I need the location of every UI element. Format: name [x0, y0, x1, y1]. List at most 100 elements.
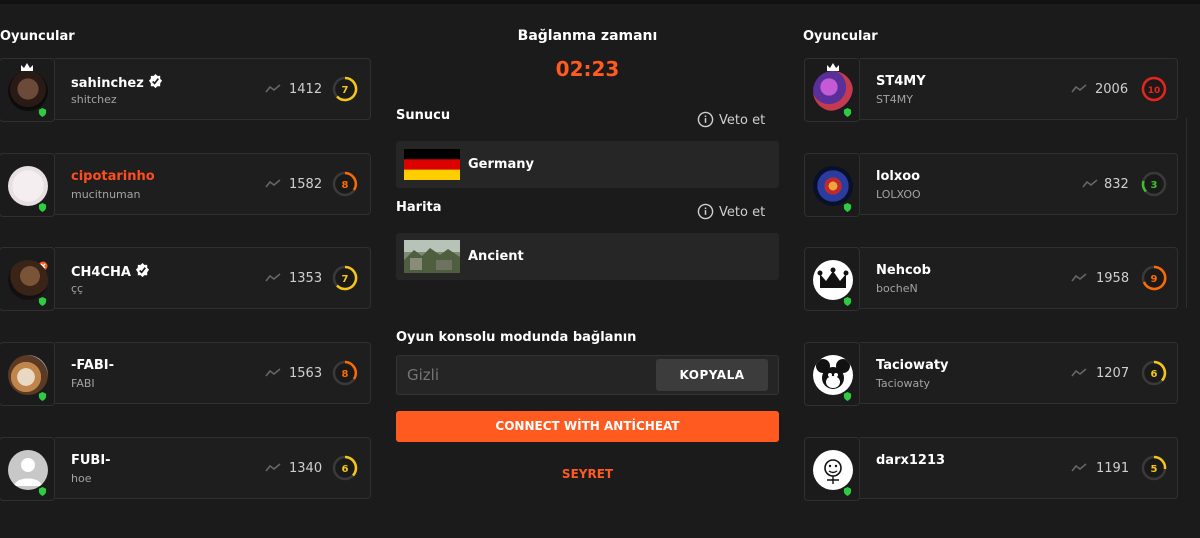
avatar-frame — [804, 153, 860, 217]
elo-value: 1191 — [1096, 461, 1130, 476]
player-name[interactable]: Taciowaty — [876, 358, 949, 373]
shield-icon — [843, 392, 852, 401]
shield-icon — [843, 487, 852, 496]
svg-text:10: 10 — [1148, 86, 1161, 96]
server-select[interactable]: Germany — [396, 141, 779, 188]
germany-flag-icon — [404, 149, 460, 180]
avatar-frame — [804, 437, 860, 501]
player-name[interactable]: sahinchez — [71, 74, 163, 91]
avatar[interactable] — [813, 260, 853, 300]
server-label: Sunucu — [396, 108, 451, 123]
player-card[interactable]: ST4MY ST4MY 2006 10 — [860, 58, 1178, 120]
console-connect-label: Oyun konsolu modunda bağlanın — [396, 330, 637, 345]
elo-value: 1958 — [1096, 271, 1130, 286]
shield-icon — [843, 203, 852, 212]
player-card[interactable]: Nehcob bocheN 1958 9 — [860, 247, 1178, 309]
avatar[interactable] — [813, 450, 853, 490]
avatar[interactable] — [8, 71, 48, 111]
player-card[interactable]: sahinchez shitchez 1412 7 — [55, 58, 371, 120]
shield-icon — [38, 392, 47, 401]
player-name[interactable]: -FABI- — [71, 358, 114, 373]
avatar[interactable] — [813, 71, 853, 111]
top-border — [0, 0, 1200, 4]
player-card[interactable]: CH4CHA çç 1353 7 — [55, 247, 371, 309]
avatar-frame — [0, 58, 55, 122]
elo-value: 2006 — [1095, 82, 1129, 97]
player-name[interactable]: CH4CHA — [71, 263, 150, 280]
player-nickname: FABI — [71, 377, 95, 390]
server-veto-button[interactable]: Veto et — [697, 111, 765, 128]
player-card[interactable]: -FABI- FABI 1563 8 — [55, 342, 371, 404]
skill-level-badge: 5 — [1141, 455, 1167, 481]
elo-value: 1412 — [289, 82, 323, 97]
trend-icon — [1082, 179, 1098, 188]
player-nickname: hoe — [71, 472, 92, 485]
player-nickname: ST4MY — [876, 93, 913, 106]
skill-level-badge: 7 — [332, 265, 358, 291]
svg-text:8: 8 — [342, 369, 349, 380]
avatar[interactable] — [813, 166, 853, 206]
player-card[interactable]: FUBI- hoe 1340 6 — [55, 437, 371, 499]
copy-button[interactable]: KOPYALA — [656, 359, 768, 391]
map-label: Harita — [396, 200, 442, 215]
elo-value: 1207 — [1096, 366, 1130, 381]
elo-value: 832 — [1104, 177, 1129, 192]
shield-icon — [843, 108, 852, 117]
player-name[interactable]: ST4MY — [876, 74, 926, 89]
map-thumbnail — [404, 240, 460, 273]
player-name[interactable]: cipotarinho — [71, 169, 155, 184]
trend-icon — [265, 179, 281, 188]
avatar[interactable] — [8, 166, 48, 206]
shield-icon — [38, 108, 47, 117]
svg-text:8: 8 — [342, 180, 349, 191]
player-name[interactable]: lolxoo — [876, 169, 920, 184]
player-name[interactable]: FUBI- — [71, 453, 111, 468]
server-name: Germany — [468, 157, 534, 172]
player-card[interactable]: darx1213 1191 5 — [860, 437, 1178, 499]
skill-level-badge: 6 — [1141, 360, 1167, 386]
avatar[interactable] — [8, 260, 48, 300]
info-icon — [697, 203, 714, 220]
shield-icon — [38, 487, 47, 496]
elo-value: 1340 — [289, 461, 323, 476]
watch-link[interactable]: SEYRET — [396, 467, 779, 481]
connection-timer: 02:23 — [555, 57, 620, 81]
avatar-frame — [0, 437, 55, 501]
map-name: Ancient — [468, 249, 524, 264]
player-nickname: Taciowaty — [876, 377, 931, 390]
avatar-frame — [804, 247, 860, 311]
player-nickname: shitchez — [71, 93, 117, 106]
svg-text:9: 9 — [1151, 274, 1158, 285]
side-panel-edge — [1186, 118, 1200, 308]
avatar-frame — [0, 153, 55, 217]
shield-icon — [843, 297, 852, 306]
svg-text:5: 5 — [1151, 464, 1158, 475]
player-nickname: LOLXOO — [876, 188, 921, 201]
player-card[interactable]: cipotarinho mucitnuman 1582 8 — [55, 153, 371, 215]
connect-with-anticheat-button[interactable]: CONNECT WİTH ANTİCHEAT — [396, 411, 779, 442]
svg-text:3: 3 — [1151, 180, 1158, 191]
skill-level-badge: 9 — [1141, 265, 1167, 291]
trend-icon — [1071, 84, 1087, 93]
skill-level-badge: 3 — [1141, 171, 1167, 197]
shield-icon — [38, 297, 47, 306]
console-command-input[interactable] — [405, 365, 649, 385]
player-name[interactable]: Nehcob — [876, 263, 931, 278]
player-card[interactable]: lolxoo LOLXOO 832 3 — [860, 153, 1178, 215]
trend-icon — [1071, 368, 1087, 377]
avatar[interactable] — [8, 355, 48, 395]
avatar[interactable] — [813, 355, 853, 395]
player-name[interactable]: darx1213 — [876, 453, 945, 468]
map-select[interactable]: Ancient — [396, 233, 779, 280]
mickey-logo-icon — [816, 359, 850, 389]
svg-text:7: 7 — [342, 274, 349, 285]
avatar-frame — [0, 342, 55, 406]
trend-icon — [265, 273, 281, 282]
player-card[interactable]: Taciowaty Taciowaty 1207 6 — [860, 342, 1178, 404]
verified-icon — [148, 74, 162, 89]
map-veto-button[interactable]: Veto et — [697, 203, 765, 220]
skill-level-badge: 6 — [332, 455, 358, 481]
player-nickname: çç — [71, 282, 84, 295]
avatar[interactable] — [8, 450, 48, 490]
default-user-icon — [14, 458, 42, 486]
